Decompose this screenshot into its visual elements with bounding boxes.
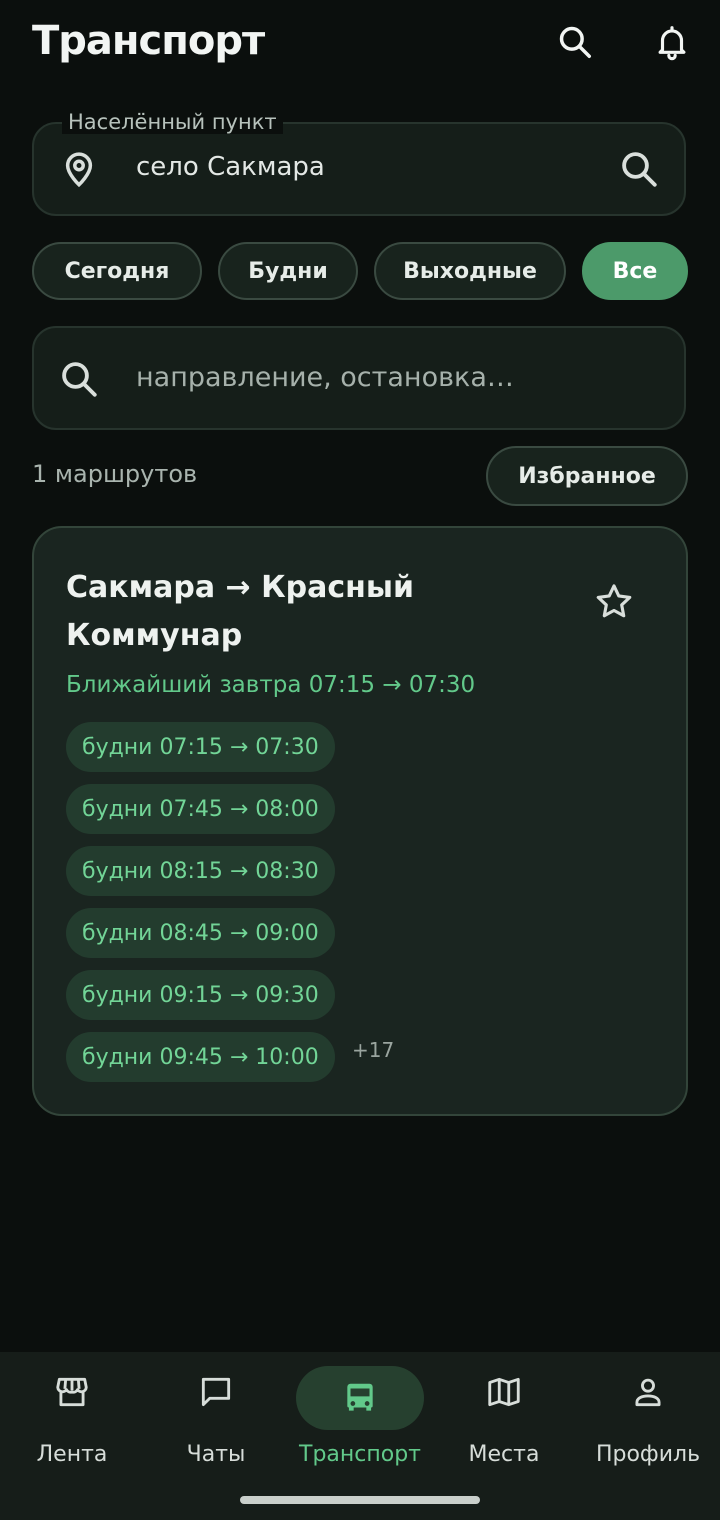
locality-label: Населённый пункт: [62, 110, 283, 134]
locality-field[interactable]: [32, 122, 686, 216]
bell-icon[interactable]: [650, 20, 694, 64]
home-indicator[interactable]: [240, 1496, 480, 1504]
nav-item-chats[interactable]: Чаты: [144, 1366, 288, 1476]
chat-icon: [196, 1372, 236, 1412]
route-title: Сакмара → Красный Коммунар: [66, 570, 415, 653]
person-icon: [628, 1372, 668, 1412]
nav-label: Чаты: [186, 1442, 246, 1467]
trip-chip[interactable]: будни 08:45 → 09:00: [66, 908, 335, 958]
map-pin-icon: [58, 148, 100, 190]
route-search-icon: [58, 358, 100, 400]
trip-chip[interactable]: будни 07:45 → 08:00: [66, 784, 335, 834]
nav-label: Лента: [36, 1442, 108, 1467]
filter-chip-all[interactable]: Все: [582, 242, 688, 300]
favorites-button[interactable]: Избранное: [486, 446, 688, 506]
nav-item-transport[interactable]: Транспорт: [288, 1366, 432, 1476]
trip-chip[interactable]: будни 08:15 → 08:30: [66, 846, 335, 896]
search-icon[interactable]: [553, 20, 597, 64]
nav-item-feed[interactable]: Лента: [0, 1366, 144, 1476]
map-icon: [484, 1372, 524, 1412]
nav-item-profile[interactable]: Профиль: [576, 1366, 720, 1476]
trip-chip[interactable]: будни 09:15 → 09:30: [66, 970, 335, 1020]
nearest-departure: Ближайший завтра 07:15 → 07:30: [66, 672, 476, 698]
trip-chip[interactable]: будни 09:45 → 10:00: [66, 1032, 335, 1082]
locality-search-icon[interactable]: [618, 148, 660, 190]
nav-label: Профиль: [595, 1442, 701, 1467]
route-search-placeholder[interactable]: направление, остановка…: [136, 362, 514, 393]
bus-icon: [340, 1378, 380, 1418]
filter-chip-weekdays[interactable]: Будни: [218, 242, 358, 300]
nav-item-places[interactable]: Места: [432, 1366, 576, 1476]
star-outline-icon[interactable]: [592, 580, 636, 624]
trip-chip[interactable]: будни 07:15 → 07:30: [66, 722, 335, 772]
page-title: Транспорт: [32, 18, 265, 64]
filter-chip-today[interactable]: Сегодня: [32, 242, 202, 300]
more-trips-count[interactable]: +17: [352, 1038, 394, 1062]
nav-label: Транспорт: [299, 1442, 421, 1467]
locality-value: село Сакмара: [136, 152, 325, 182]
nav-label: Места: [468, 1442, 540, 1467]
route-count: 1 маршрутов: [32, 460, 198, 488]
filter-chip-weekends[interactable]: Выходные: [374, 242, 566, 300]
storefront-icon: [52, 1372, 92, 1412]
